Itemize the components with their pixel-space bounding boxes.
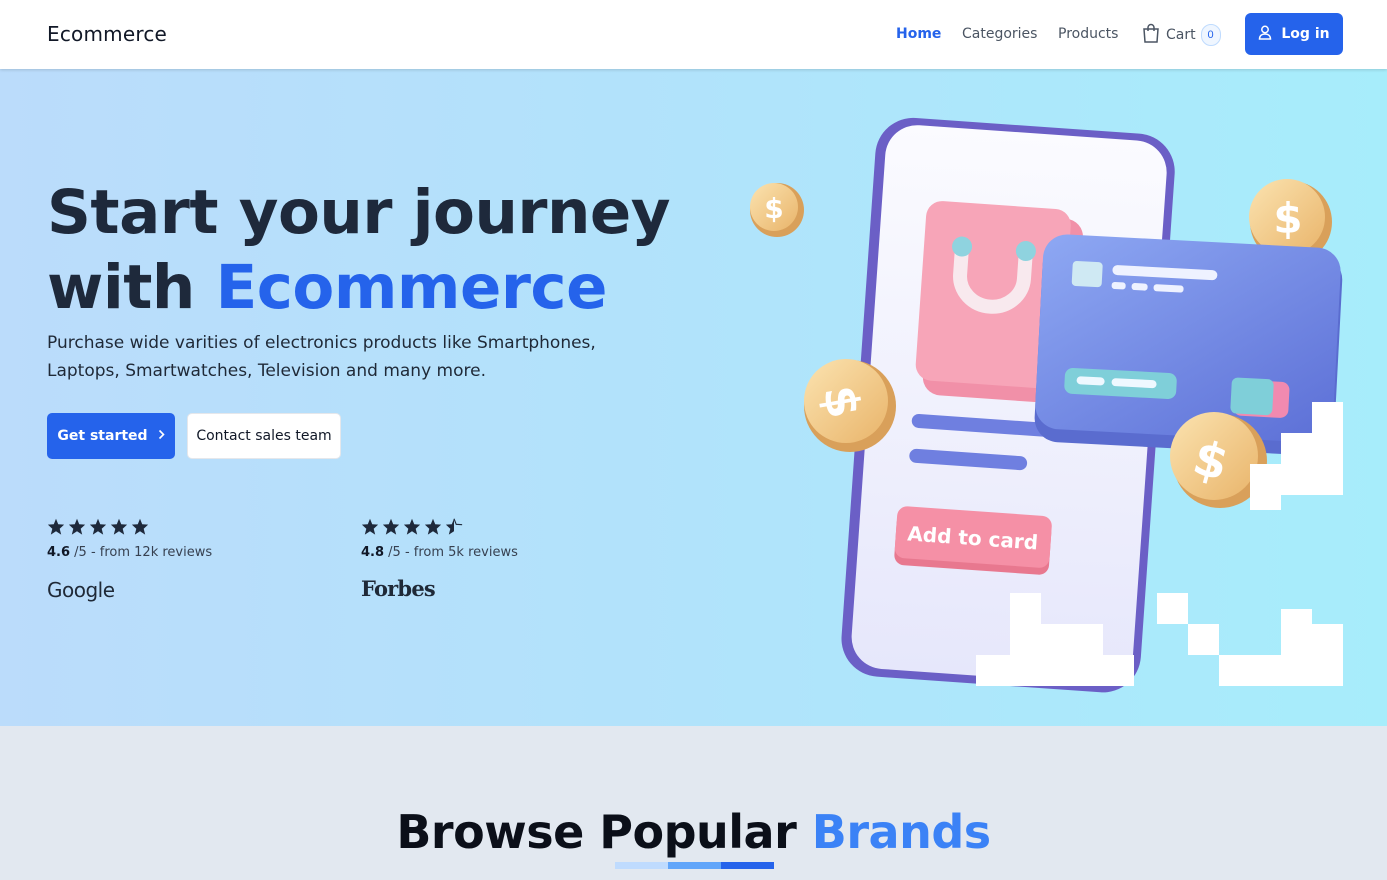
- star-icon: [131, 518, 149, 535]
- rating-forbes: 4.8 /5 - from 5k reviews Forbes: [361, 518, 518, 601]
- rating-score: 4.6: [47, 545, 71, 560]
- rating-google: 4.6 /5 - from 12k reviews Google: [47, 518, 212, 602]
- svg-text:$: $: [764, 192, 783, 225]
- nav-link-categories[interactable]: Categories: [962, 26, 1037, 42]
- headline-line1: Start your journey: [47, 177, 671, 248]
- nav-link-products[interactable]: Products: [1058, 26, 1118, 42]
- star-icon: [89, 518, 107, 535]
- star-rating: [361, 518, 518, 535]
- rating-score: 4.8: [361, 545, 385, 560]
- svg-text:$: $: [1273, 194, 1302, 243]
- hero-description: Purchase wide varities of electronics pr…: [47, 333, 596, 381]
- forbes-logo: Forbes: [361, 576, 436, 601]
- brands-title-accent: Brands: [811, 805, 991, 859]
- google-logo: Google: [47, 578, 115, 602]
- login-label: Log in: [1281, 26, 1330, 42]
- star-icon: [68, 518, 86, 535]
- headline-accent: Ecommerce: [215, 252, 608, 323]
- star-icon: [47, 518, 65, 535]
- cart-count-badge: 0: [1200, 24, 1221, 46]
- brands-title-part1: Browse Popular: [396, 805, 812, 859]
- chevron-right-icon: [148, 428, 165, 444]
- star-icon: [361, 518, 379, 535]
- star-icon: [110, 518, 128, 535]
- coin-icon: $: [750, 183, 804, 237]
- navbar: Ecommerce Home Categories Products Cart …: [0, 0, 1387, 69]
- brand-logo[interactable]: Ecommerce: [47, 22, 167, 46]
- hero-headline: Start your journey with Ecommerce: [47, 175, 671, 325]
- star-icon: [424, 518, 442, 535]
- get-started-label: Get started: [57, 428, 148, 444]
- brands-title: Browse Popular Brands: [0, 805, 1387, 859]
- get-started-button[interactable]: Get started: [47, 413, 175, 459]
- rating-suffix: /5 - from 5k reviews: [384, 545, 518, 560]
- title-underline-segment: [615, 862, 668, 869]
- headline-with: with: [47, 252, 216, 323]
- rating-text: 4.6 /5 - from 12k reviews: [47, 545, 212, 560]
- cart-link[interactable]: Cart 0: [1142, 22, 1221, 48]
- rating-text: 4.8 /5 - from 5k reviews: [361, 545, 518, 560]
- hero-illustration: $ Add to card $ $ $: [750, 117, 1343, 693]
- title-underline-segment: [668, 862, 721, 869]
- title-underline-segment: [721, 862, 774, 869]
- shopping-bag-icon: [1142, 23, 1160, 48]
- star-icon: [403, 518, 421, 535]
- nav-link-home[interactable]: Home: [896, 26, 941, 42]
- cart-label: Cart: [1166, 27, 1196, 43]
- hero-section: Start your journey with Ecommerce Purcha…: [0, 69, 1387, 726]
- contact-sales-button[interactable]: Contact sales team: [187, 413, 341, 459]
- login-button[interactable]: Log in: [1245, 13, 1343, 55]
- star-icon: [382, 518, 400, 535]
- star-rating: [47, 518, 212, 535]
- user-icon: [1258, 25, 1281, 44]
- rating-suffix: /5 - from 12k reviews: [70, 545, 213, 560]
- half-star-icon: [445, 518, 463, 535]
